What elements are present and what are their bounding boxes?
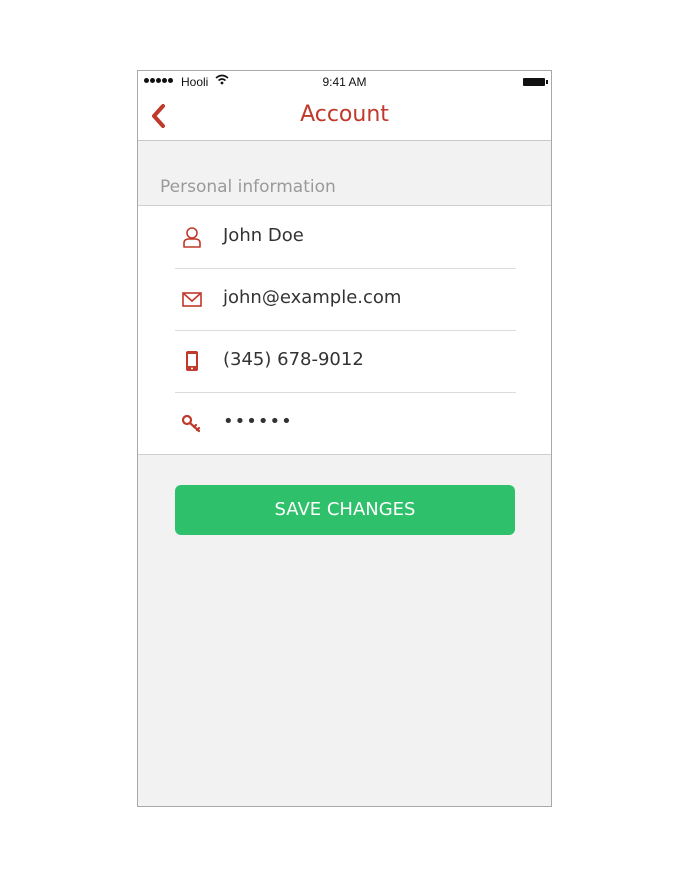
phone-value: (345) 678-9012	[223, 349, 364, 370]
phone-screen: Hooli 9:41 AM Account Personal informati…	[137, 70, 552, 807]
phone-field[interactable]: (345) 678-9012	[175, 330, 516, 393]
email-field[interactable]: john@example.com	[175, 268, 516, 331]
name-value: John Doe	[223, 225, 304, 246]
envelope-icon	[182, 292, 202, 307]
save-changes-button[interactable]: SAVE CHANGES	[175, 485, 515, 535]
email-value: john@example.com	[223, 287, 402, 308]
navigation-bar: Account	[138, 93, 551, 141]
personal-info-form: John Doe john@example.com (345) 678-9012…	[138, 205, 551, 455]
user-icon	[183, 227, 201, 248]
name-field[interactable]: John Doe	[175, 206, 516, 269]
battery-icon	[523, 78, 548, 86]
status-bar: Hooli 9:41 AM	[138, 71, 551, 93]
status-time: 9:41 AM	[322, 75, 367, 89]
phone-icon	[186, 351, 198, 371]
key-icon	[181, 414, 201, 433]
section-header: Personal information	[160, 177, 336, 197]
password-field[interactable]: ••••••	[175, 392, 516, 454]
password-value: ••••••	[223, 411, 293, 432]
page-title: Account	[300, 102, 389, 127]
